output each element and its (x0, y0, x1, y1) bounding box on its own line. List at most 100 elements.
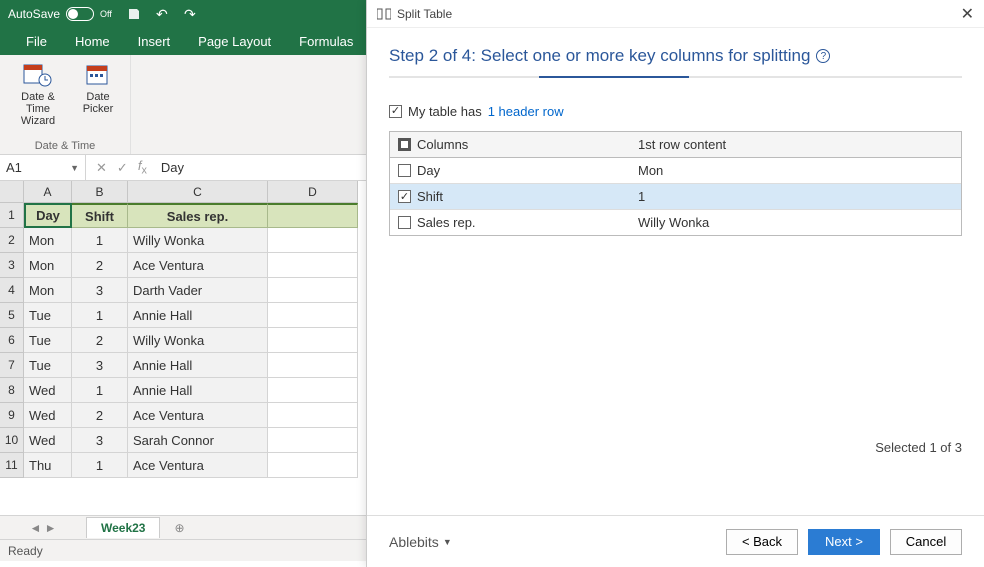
cell[interactable]: Ace Ventura (128, 403, 268, 428)
cell[interactable]: 2 (72, 403, 128, 428)
cell[interactable]: 2 (72, 253, 128, 278)
cell[interactable]: Ace Ventura (128, 253, 268, 278)
cell[interactable]: 1 (72, 228, 128, 253)
cell[interactable]: 1 (72, 303, 128, 328)
cancel-icon[interactable]: ✕ (96, 160, 107, 176)
cell[interactable] (268, 453, 358, 478)
sheet-nav[interactable]: ◄ ► (0, 521, 86, 535)
chevron-down-icon: ▼ (70, 163, 79, 173)
col-header[interactable]: A (24, 181, 72, 203)
row-header[interactable]: 10 (0, 428, 24, 453)
header-count-link[interactable]: 1 header row (488, 104, 564, 119)
cell[interactable]: Thu (24, 453, 72, 478)
sheet-tab-active[interactable]: Week23 (86, 517, 160, 538)
row-header[interactable]: 7 (0, 353, 24, 378)
column-checkbox[interactable] (398, 164, 411, 177)
cell[interactable]: 3 (72, 428, 128, 453)
autosave-toggle[interactable]: AutoSave Off (8, 7, 112, 21)
fx-icon[interactable]: fx (138, 158, 147, 177)
col-header[interactable]: D (268, 181, 358, 203)
brand-menu[interactable]: Ablebits ▼ (389, 534, 452, 550)
header-cell[interactable]: Shift (72, 203, 128, 228)
cell[interactable] (268, 353, 358, 378)
cell[interactable]: Annie Hall (128, 303, 268, 328)
cell[interactable]: 1 (72, 453, 128, 478)
cell[interactable]: Ace Ventura (128, 453, 268, 478)
row-header[interactable]: 5 (0, 303, 24, 328)
tab-page-layout[interactable]: Page Layout (184, 28, 285, 55)
undo-icon[interactable]: ↶ (154, 6, 170, 22)
cell[interactable]: Tue (24, 353, 72, 378)
column-row[interactable]: DayMon (390, 158, 961, 184)
cell[interactable]: 2 (72, 328, 128, 353)
select-all-corner[interactable] (0, 181, 24, 203)
cell[interactable]: Mon (24, 278, 72, 303)
column-checkbox[interactable] (398, 190, 411, 203)
save-icon[interactable] (126, 6, 142, 22)
close-icon[interactable]: ✕ (961, 4, 974, 24)
header-checkbox[interactable] (389, 105, 402, 118)
add-sheet-button[interactable]: ⊕ (170, 519, 188, 537)
cell[interactable]: Darth Vader (128, 278, 268, 303)
cell[interactable] (268, 328, 358, 353)
cell[interactable]: Mon (24, 253, 72, 278)
enter-icon[interactable]: ✓ (117, 160, 128, 176)
row-header[interactable]: 6 (0, 328, 24, 353)
col-header[interactable]: C (128, 181, 268, 203)
cell[interactable]: Wed (24, 378, 72, 403)
cell[interactable]: Wed (24, 403, 72, 428)
next-button[interactable]: Next > (808, 529, 880, 555)
cancel-button[interactable]: Cancel (890, 529, 962, 555)
tab-home[interactable]: Home (61, 28, 124, 55)
row-header[interactable]: 8 (0, 378, 24, 403)
cell[interactable]: Tue (24, 328, 72, 353)
cell[interactable]: Annie Hall (128, 353, 268, 378)
date-time-wizard-button[interactable]: Date & Time Wizard (8, 59, 68, 127)
header-cell[interactable]: Day (24, 203, 72, 228)
cell[interactable]: 3 (72, 353, 128, 378)
cell[interactable] (268, 403, 358, 428)
row-header[interactable]: 1 (0, 203, 24, 228)
select-all-checkbox[interactable] (398, 138, 411, 151)
cell[interactable]: Wed (24, 428, 72, 453)
column-checkbox[interactable] (398, 216, 411, 229)
row-header[interactable]: 3 (0, 253, 24, 278)
redo-icon[interactable]: ↷ (182, 6, 198, 22)
back-button[interactable]: < Back (726, 529, 798, 555)
row-header[interactable]: 2 (0, 228, 24, 253)
date-picker-button[interactable]: Date Picker (74, 59, 122, 115)
column-row[interactable]: Shift1 (390, 184, 961, 210)
cell[interactable]: Tue (24, 303, 72, 328)
cell[interactable] (268, 378, 358, 403)
column-row[interactable]: Sales rep.Willy Wonka (390, 210, 961, 235)
row-header[interactable]: 9 (0, 403, 24, 428)
header-cell[interactable]: Sales rep. (128, 203, 268, 228)
name-box-value: A1 (6, 160, 22, 175)
calendar-icon (82, 61, 114, 89)
col-header[interactable]: B (72, 181, 128, 203)
row-header[interactable]: 4 (0, 278, 24, 303)
cell[interactable]: 3 (72, 278, 128, 303)
help-icon[interactable]: ? (816, 49, 830, 63)
cell[interactable]: Annie Hall (128, 378, 268, 403)
tab-formulas[interactable]: Formulas (285, 28, 367, 55)
cell[interactable] (268, 303, 358, 328)
cell[interactable] (268, 228, 358, 253)
cell[interactable] (268, 203, 358, 228)
formula-input[interactable]: Day (157, 160, 184, 175)
cell[interactable]: 1 (72, 378, 128, 403)
cell[interactable] (268, 278, 358, 303)
tab-file[interactable]: File (12, 28, 61, 55)
cell[interactable]: Willy Wonka (128, 328, 268, 353)
header-row-checkbox-row: My table has 1 header row (389, 104, 962, 119)
pane-app-icon (377, 8, 391, 20)
row-header[interactable]: 11 (0, 453, 24, 478)
cell[interactable] (268, 428, 358, 453)
cell[interactable]: Willy Wonka (128, 228, 268, 253)
cell[interactable] (268, 253, 358, 278)
cell[interactable]: Sarah Connor (128, 428, 268, 453)
name-box[interactable]: A1 ▼ (0, 155, 86, 180)
cell[interactable]: Mon (24, 228, 72, 253)
split-table-pane: Split Table ✕ Step 2 of 4: Select one or… (366, 0, 984, 567)
tab-insert[interactable]: Insert (124, 28, 185, 55)
